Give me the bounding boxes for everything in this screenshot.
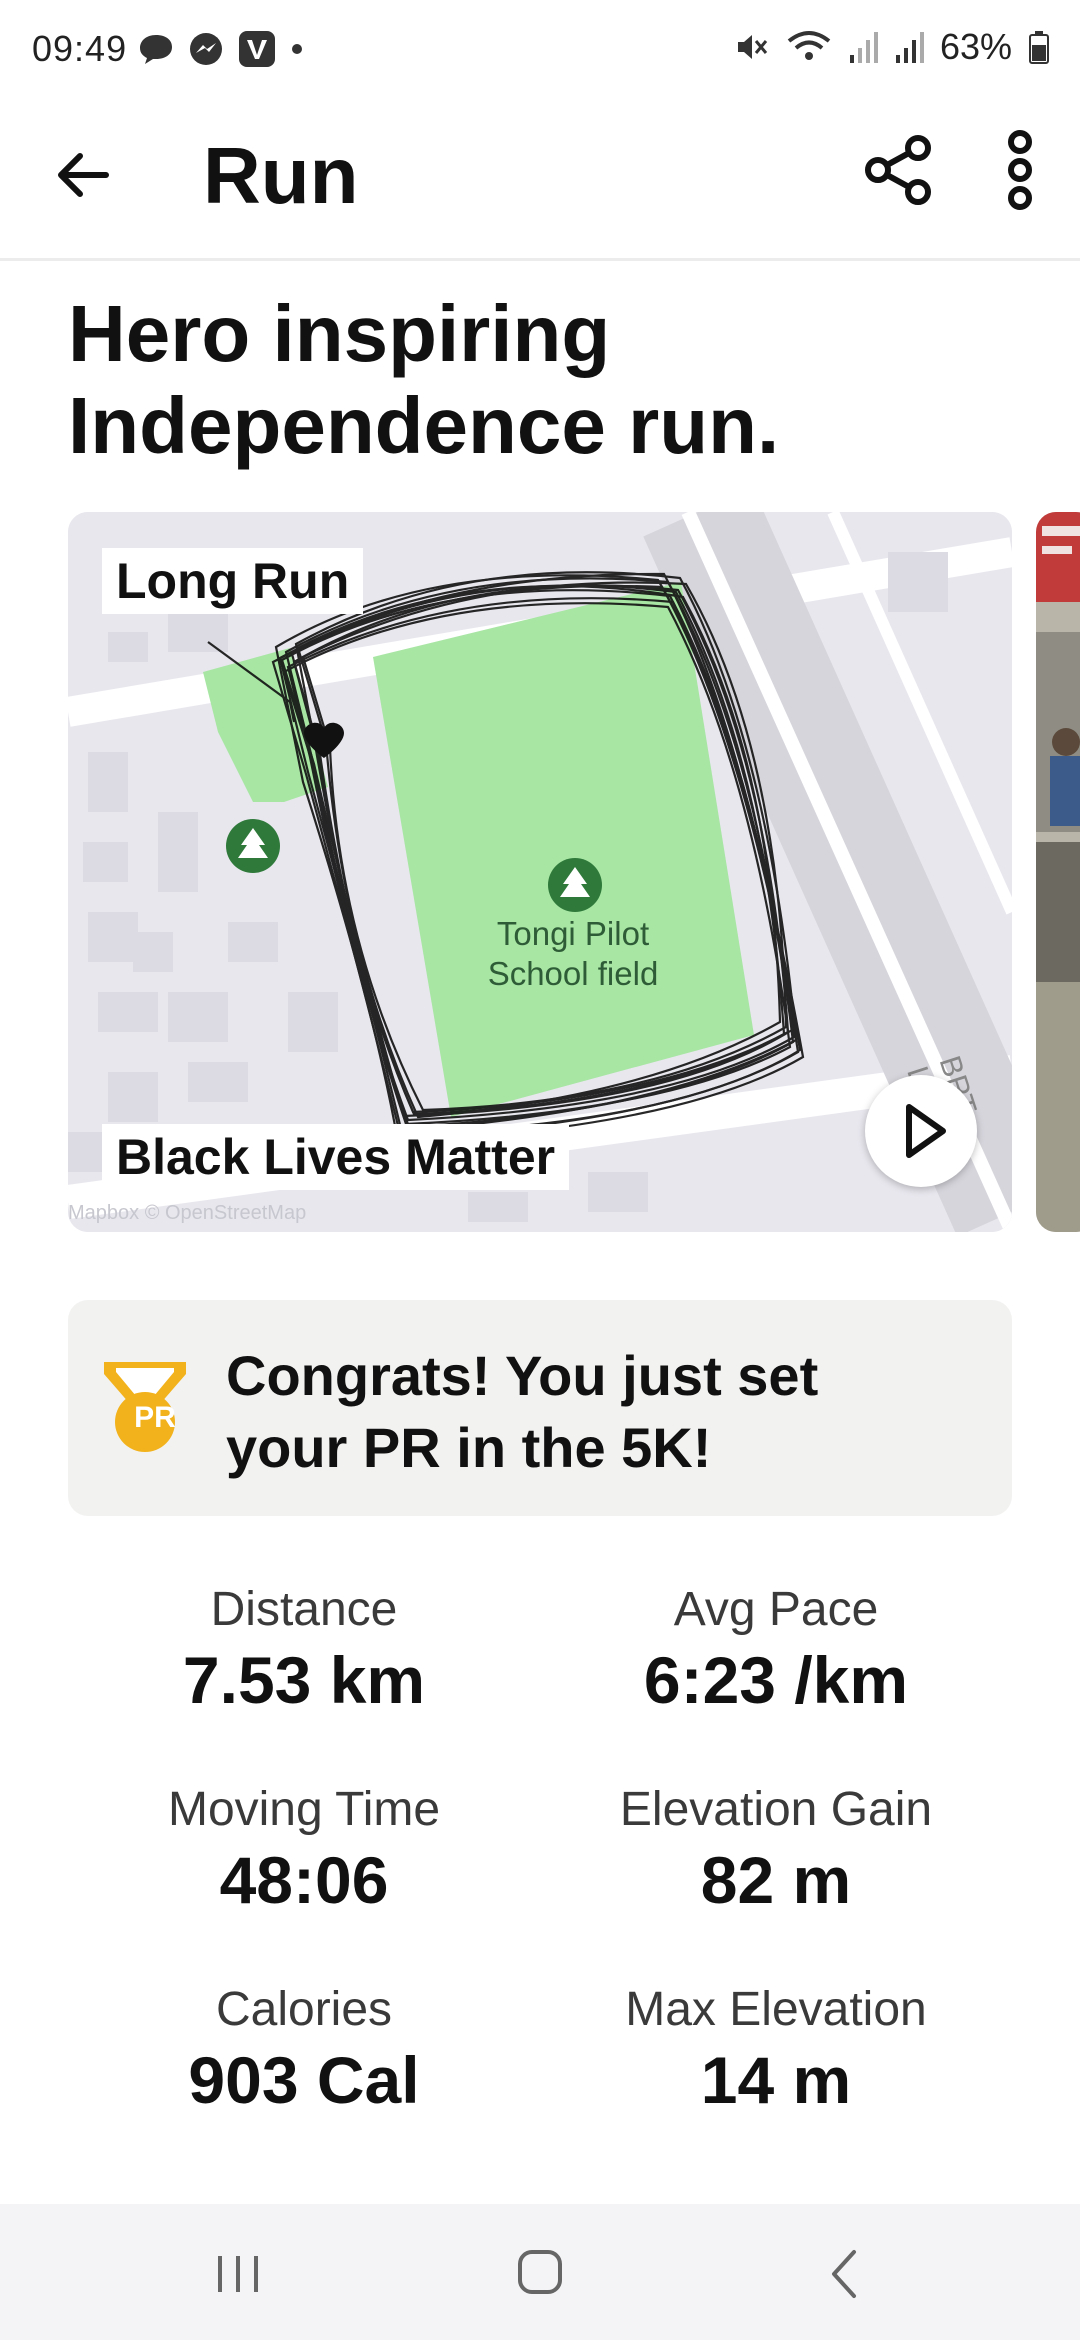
map-attribution: Mapbox © OpenStreetMap — [68, 1202, 307, 1224]
route-map[interactable]: Long Run Tongi Pilot School field BRT L … — [68, 512, 1012, 1232]
signal-icon-1 — [849, 32, 878, 63]
pr-banner: PR Congrats! You just set your PR in the… — [68, 1300, 1012, 1516]
stat-label: Elevation Gain — [619, 1783, 933, 1836]
viber-icon — [239, 31, 275, 67]
stat-label: Avg Pace — [673, 1583, 879, 1636]
stat-value: 14 m — [700, 2043, 852, 2117]
back-nav-icon[interactable] — [804, 2244, 884, 2304]
page-title: Run — [203, 131, 359, 220]
battery-icon — [1029, 31, 1049, 64]
chat-bubble-icon — [140, 35, 172, 64]
stat-distance: Distance 7.53 km — [68, 1580, 540, 1720]
recent-apps-icon[interactable] — [198, 2244, 278, 2304]
battery-percent: 63% — [939, 26, 1012, 67]
stat-max-elevation: Max Elevation 14 m — [540, 1980, 1012, 2120]
photo-image — [1036, 512, 1080, 1232]
stat-value: 48:06 — [219, 1843, 389, 1917]
stat-label: Moving Time — [167, 1783, 441, 1836]
notification-icons — [138, 30, 304, 68]
stat-moving-time: Moving Time 48:06 — [68, 1780, 540, 1920]
status-right: 63% — [734, 26, 1050, 68]
mute-icon — [737, 35, 768, 59]
map-place-label: Tongi Pilot School field — [487, 915, 659, 992]
stat-label: Distance — [210, 1583, 398, 1636]
share-icon[interactable] — [860, 130, 940, 210]
home-icon[interactable] — [500, 2244, 580, 2304]
pr-badge-text: PR — [134, 1401, 176, 1434]
messenger-icon — [190, 33, 222, 65]
play-flyover-button[interactable] — [865, 1075, 977, 1187]
stat-value: 6:23 /km — [643, 1643, 909, 1717]
stat-label: Max Elevation — [625, 1983, 927, 2036]
map-caption-tag: Black Lives Matter — [102, 1124, 570, 1190]
stat-calories: Calories 903 Cal — [68, 1980, 540, 2120]
stat-avg-pace: Avg Pace 6:23 /km — [540, 1580, 1012, 1720]
pr-message: Congrats! You just set your PR in the 5K… — [226, 1344, 819, 1479]
status-bar: 09:49 63% — [0, 0, 1080, 100]
stat-value: 903 Cal — [188, 2043, 420, 2117]
status-time: 09:49 — [32, 28, 128, 69]
app-bar: Run — [0, 100, 1080, 261]
play-icon — [906, 1104, 946, 1158]
workout-type-tag: Long Run — [102, 548, 364, 614]
activity-title: Hero inspiring Independence run. — [68, 289, 780, 470]
back-arrow-icon[interactable] — [50, 140, 120, 210]
next-photo-thumbnail[interactable] — [1036, 512, 1080, 1232]
dot-icon — [292, 44, 302, 54]
stat-value: 82 m — [700, 1843, 852, 1917]
stat-value: 7.53 km — [182, 1643, 426, 1717]
wifi-icon — [787, 31, 831, 60]
more-options-icon[interactable] — [990, 130, 1050, 210]
stat-label: Calories — [215, 1983, 393, 2036]
system-nav-bar — [0, 2204, 1080, 2340]
stat-elevation-gain: Elevation Gain 82 m — [540, 1780, 1012, 1920]
signal-icon-2 — [895, 32, 924, 63]
